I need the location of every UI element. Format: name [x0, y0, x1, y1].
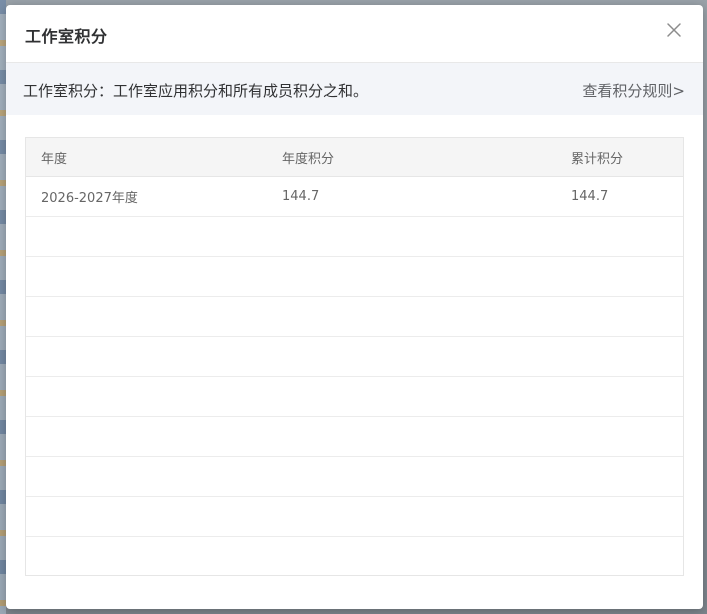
table-header-row: 年度 年度积分 累计积分 — [26, 138, 683, 177]
cell-annual-points: 144.7 — [267, 176, 556, 217]
empty-table-row — [26, 296, 683, 337]
close-button[interactable] — [665, 21, 683, 39]
column-header-total-points: 累计积分 — [556, 138, 683, 177]
points-table: 年度 年度积分 累计积分 2026-2027年度 144.7 144.7 — [25, 137, 684, 576]
column-header-annual-points: 年度积分 — [267, 138, 556, 177]
empty-table-row — [26, 216, 683, 257]
info-bar: 工作室积分：工作室应用积分和所有成员积分之和。 查看积分规则> — [6, 63, 703, 115]
info-description: 工作室积分：工作室应用积分和所有成员积分之和。 — [23, 82, 369, 100]
empty-table-row — [26, 456, 683, 497]
column-header-year: 年度 — [26, 138, 267, 177]
empty-table-row — [26, 376, 683, 417]
dialog-title: 工作室积分 — [25, 27, 108, 46]
empty-table-row — [26, 336, 683, 377]
empty-table-row — [26, 537, 683, 577]
studio-points-dialog: 工作室积分 工作室积分：工作室应用积分和所有成员积分之和。 查看积分规则> 年度… — [6, 5, 703, 609]
close-icon — [667, 23, 681, 37]
view-rules-link[interactable]: 查看积分规则> — [582, 80, 685, 101]
empty-table-row — [26, 496, 683, 537]
table-row: 2026-2027年度 144.7 144.7 — [26, 176, 683, 217]
empty-table-row — [26, 416, 683, 457]
empty-table-row — [26, 256, 683, 297]
cell-year: 2026-2027年度 — [26, 176, 267, 217]
cell-total-points: 144.7 — [556, 176, 683, 217]
dialog-header: 工作室积分 — [6, 5, 703, 63]
